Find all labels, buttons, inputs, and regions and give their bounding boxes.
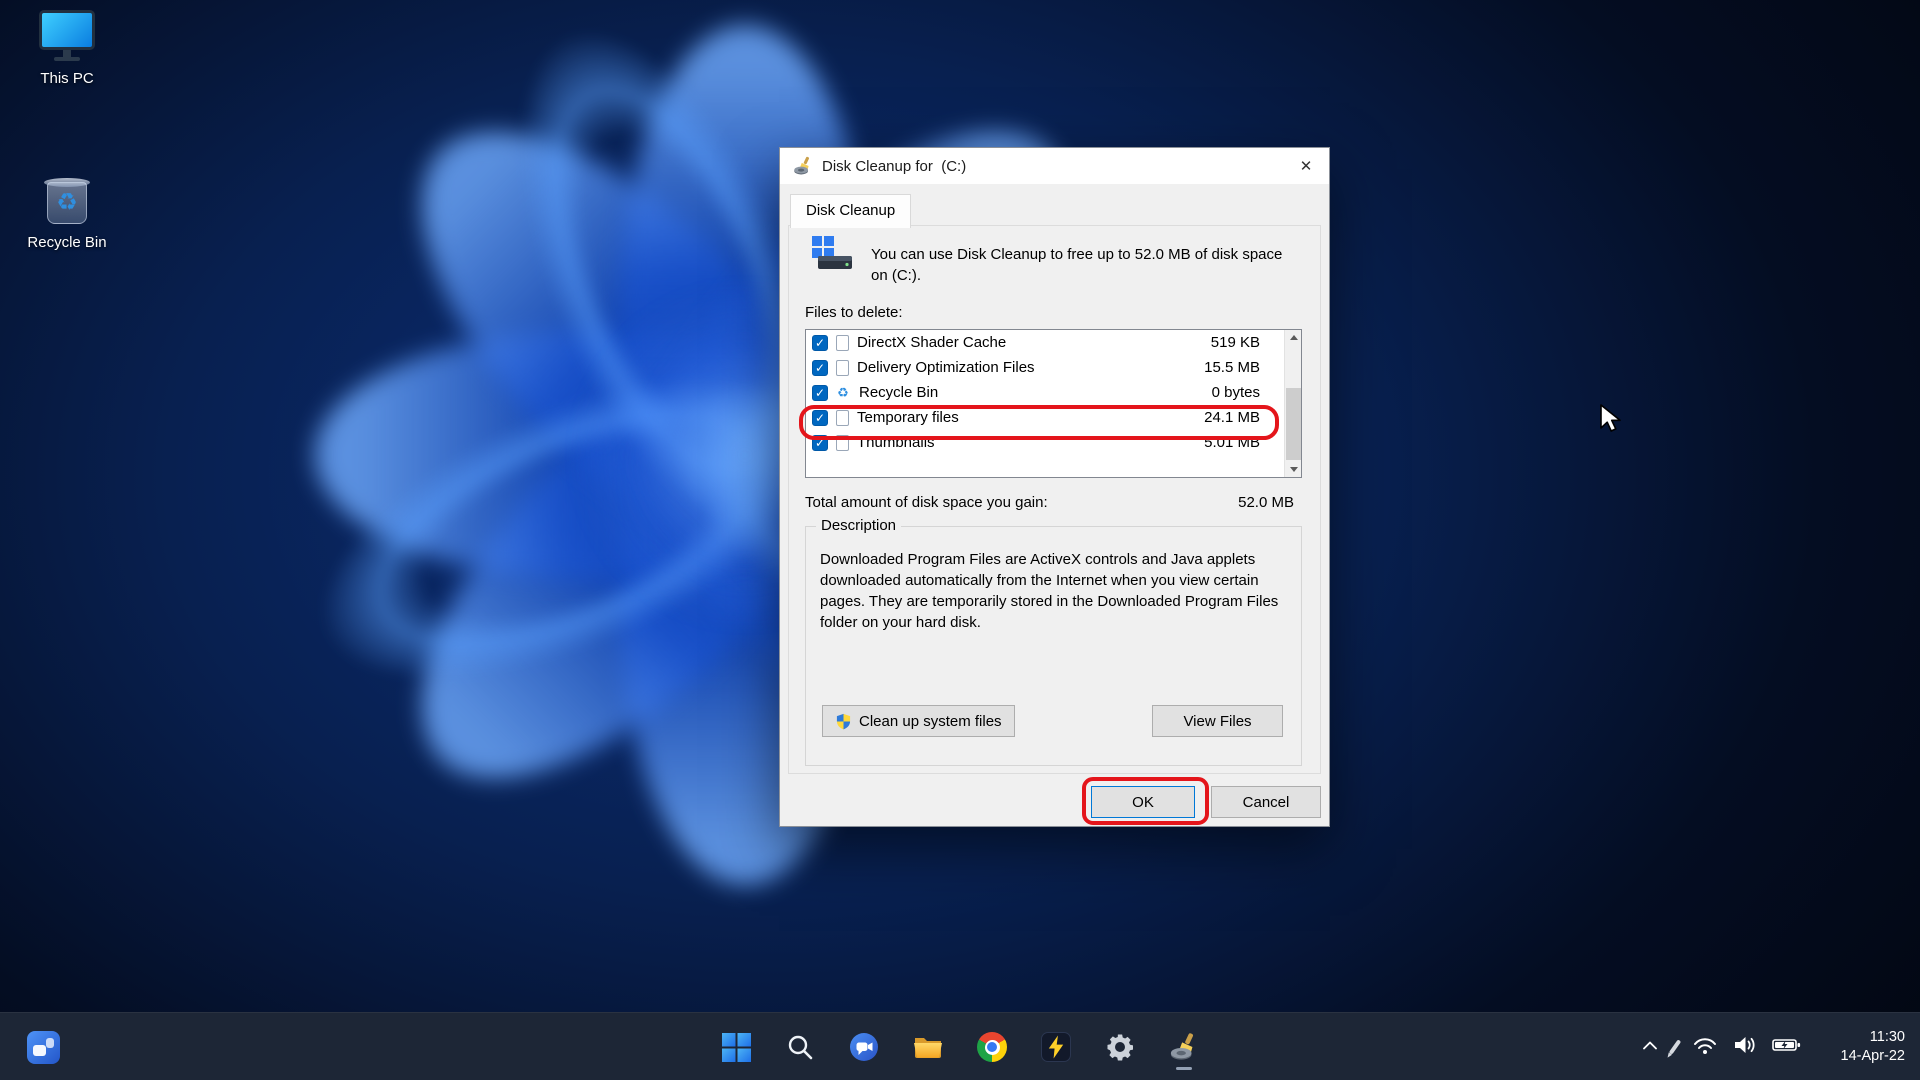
- file-name: Thumbnails: [857, 434, 935, 451]
- disk-cleanup-icon: [794, 156, 809, 175]
- file-size: 24.1 MB: [1204, 409, 1260, 426]
- file-size: 519 KB: [1210, 334, 1260, 351]
- file-name: Delivery Optimization Files: [857, 359, 1035, 376]
- running-app-indicator: [1176, 1067, 1192, 1070]
- cancel-label: Cancel: [1242, 793, 1290, 811]
- disk-cleanup-icon: [1170, 1033, 1193, 1060]
- tray-network-button[interactable]: [1692, 1035, 1718, 1060]
- clock-time: 11:30: [1869, 1028, 1905, 1045]
- lightning-app-button[interactable]: [1029, 1022, 1083, 1072]
- total-label: Total amount of disk space you gain:: [805, 494, 1048, 511]
- dialog-title: Disk Cleanup for (C:): [822, 157, 967, 175]
- total-row: Total amount of disk space you gain: 52.…: [805, 494, 1302, 511]
- taskbar: 11:30 14-Apr-22: [0, 1012, 1920, 1080]
- checkbox-checked[interactable]: [812, 334, 828, 351]
- desktop-icon-label: This PC: [40, 70, 94, 87]
- file-row[interactable]: Thumbnails 5.01 MB: [806, 430, 1301, 455]
- clean-up-system-files-label: Clean up system files: [859, 712, 1002, 730]
- file-size: 15.5 MB: [1204, 359, 1260, 376]
- tray-battery-button[interactable]: [1772, 1037, 1802, 1058]
- checkbox-checked[interactable]: [812, 409, 828, 426]
- uac-shield-icon: [836, 713, 851, 729]
- pen-icon: [1668, 1039, 1682, 1055]
- total-value: 52.0 MB: [1238, 494, 1294, 511]
- scrollbar-thumb[interactable]: [1286, 388, 1301, 460]
- desktop-icon-label: Recycle Bin: [27, 234, 107, 251]
- recycle-bin-small-icon: [835, 385, 851, 401]
- lightning-icon: [1041, 1032, 1071, 1062]
- clean-up-system-files-button[interactable]: Clean up system files: [822, 705, 1015, 737]
- widgets-icon: [26, 1030, 60, 1064]
- description-groupbox: Description Downloaded Program Files are…: [805, 517, 1302, 766]
- file-name: Recycle Bin: [859, 384, 939, 401]
- file-icon: [836, 334, 849, 351]
- tab-disk-cleanup[interactable]: Disk Cleanup: [790, 194, 912, 228]
- files-to-delete-label: Files to delete:: [805, 304, 903, 321]
- windows-logo-icon: [721, 1032, 751, 1062]
- file-icon: [836, 359, 849, 376]
- chrome-button[interactable]: [965, 1022, 1019, 1072]
- file-name: DirectX Shader Cache: [857, 334, 1007, 351]
- close-icon[interactable]: [1283, 148, 1329, 184]
- this-pc-icon: [37, 8, 97, 64]
- view-files-label: View Files: [1183, 712, 1252, 730]
- disk-cleanup-dialog: Disk Cleanup for (C:) Disk Cleanup You c…: [779, 147, 1330, 827]
- dialog-titlebar[interactable]: Disk Cleanup for (C:): [780, 148, 1329, 184]
- file-explorer-button[interactable]: [901, 1022, 955, 1072]
- scroll-up-icon[interactable]: [1285, 330, 1302, 345]
- file-size: 0 bytes: [1211, 384, 1260, 401]
- chat-icon: [850, 1033, 878, 1061]
- recycle-bin-icon: [39, 170, 95, 228]
- gear-icon: [1107, 1034, 1133, 1061]
- folder-icon: [914, 1038, 942, 1058]
- mouse-cursor: [1600, 404, 1621, 432]
- desktop-icon-recycle-bin[interactable]: Recycle Bin: [12, 170, 122, 251]
- tray-volume-button[interactable]: [1733, 1035, 1757, 1060]
- file-icon: [836, 409, 849, 426]
- chevron-up-icon: [1643, 1041, 1657, 1050]
- search-icon: [788, 1035, 813, 1060]
- file-row[interactable]: Delivery Optimization Files 15.5 MB: [806, 355, 1301, 380]
- speaker-icon: [1735, 1036, 1755, 1053]
- start-button[interactable]: [709, 1022, 763, 1072]
- clock-date: 14-Apr-22: [1840, 1047, 1905, 1064]
- tab-strip: Disk Cleanup: [790, 193, 912, 228]
- desktop: This PC Recycle Bin Disk Cleanup for (C:…: [0, 0, 1920, 1080]
- file-name: Temporary files: [857, 409, 959, 426]
- drive-icon: [812, 236, 852, 269]
- search-button[interactable]: [773, 1022, 827, 1072]
- file-row[interactable]: Recycle Bin 0 bytes: [806, 380, 1301, 405]
- ok-label: OK: [1132, 793, 1154, 811]
- settings-button[interactable]: [1093, 1022, 1147, 1072]
- file-icon: [836, 434, 849, 451]
- scrollbar[interactable]: [1284, 330, 1301, 477]
- cancel-button[interactable]: Cancel: [1211, 786, 1321, 818]
- taskbar-clock[interactable]: 11:30 14-Apr-22: [1841, 1028, 1905, 1066]
- desktop-icon-this-pc[interactable]: This PC: [12, 8, 122, 87]
- file-row[interactable]: DirectX Shader Cache 519 KB: [806, 330, 1301, 355]
- ok-button[interactable]: OK: [1091, 786, 1195, 818]
- tray-chevron-button[interactable]: [1642, 1038, 1658, 1056]
- description-text: Downloaded Program Files are ActiveX con…: [820, 551, 1279, 631]
- chrome-icon: [977, 1032, 1007, 1062]
- checkbox-checked[interactable]: [812, 384, 828, 401]
- wifi-icon: [1694, 1037, 1716, 1054]
- disk-cleanup-taskbar-button[interactable]: [1157, 1022, 1211, 1072]
- checkbox-checked[interactable]: [812, 359, 828, 376]
- widgets-button[interactable]: [16, 1022, 70, 1072]
- view-files-button[interactable]: View Files: [1152, 705, 1283, 737]
- tab-page: You can use Disk Cleanup to free up to 5…: [788, 225, 1321, 774]
- files-listbox: DirectX Shader Cache 519 KB Delivery Opt…: [805, 329, 1302, 478]
- battery-charging-icon: [1772, 1038, 1801, 1051]
- scroll-down-icon[interactable]: [1285, 462, 1302, 477]
- tray-pen-button[interactable]: [1668, 1039, 1682, 1055]
- file-size: 5.01 MB: [1204, 434, 1260, 451]
- intro-text: You can use Disk Cleanup to free up to 5…: [871, 246, 1283, 284]
- checkbox-checked[interactable]: [812, 434, 828, 451]
- chat-button[interactable]: [837, 1022, 891, 1072]
- file-row-temporary-files[interactable]: Temporary files 24.1 MB: [806, 405, 1301, 430]
- description-label: Description: [816, 517, 902, 534]
